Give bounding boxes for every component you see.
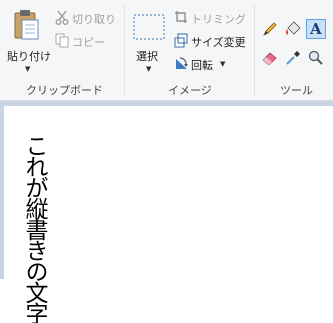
eraser-tool[interactable] [260, 48, 280, 68]
copy-icon [55, 33, 69, 48]
fill-tool[interactable] [283, 19, 303, 39]
drawing-canvas[interactable]: これが縦書きの文字 [4, 106, 333, 323]
resize-icon [174, 33, 188, 48]
vertical-text[interactable]: これが縦書きの文字 [21, 134, 47, 323]
copy-button[interactable]: コピー [54, 32, 118, 50]
group-divider [124, 4, 125, 96]
pencil-tool[interactable] [260, 19, 280, 39]
rotate-button[interactable]: 回転 ▼ [173, 55, 233, 73]
color-picker-icon [286, 51, 300, 65]
fill-icon [286, 21, 301, 35]
scissors-icon [55, 10, 69, 25]
crop-icon [175, 11, 187, 23]
magnifier-icon [308, 50, 323, 65]
resize-label: サイズ変更 [191, 36, 246, 49]
cut-label: 切り取り [72, 13, 116, 26]
magnifier-tool[interactable] [306, 48, 326, 68]
rotate-label: 回転 [191, 59, 213, 72]
clipboard-group-label: クリップボード [26, 84, 103, 97]
color-picker-tool[interactable] [283, 48, 303, 68]
image-group-label: イメージ [168, 84, 212, 97]
clipboard-icon [14, 10, 39, 40]
paste-button[interactable]: 貼り付け ▼ [2, 4, 51, 76]
resize-button[interactable]: サイズ変更 [173, 32, 251, 50]
crop-button[interactable]: トリミング [173, 9, 249, 27]
selection-rectangle-icon [133, 14, 165, 40]
crop-label: トリミング [191, 13, 246, 26]
chevron-down-icon: ▼ [220, 60, 226, 68]
pencil-icon [263, 22, 277, 36]
rotate-icon [176, 57, 188, 69]
chevron-down-icon: ▼ [25, 65, 31, 73]
eraser-icon [262, 52, 277, 66]
text-tool[interactable]: A [306, 19, 326, 39]
copy-label: コピー [72, 36, 105, 49]
ribbon: 貼り付け ▼ 切り取り コピー クリップボード 選択 ▼ トリミング サイズ変更… [0, 0, 333, 101]
select-button[interactable]: 選択 ▼ [128, 4, 170, 76]
chevron-down-icon: ▼ [146, 65, 152, 73]
text-icon: A [310, 20, 322, 38]
tools-group-label: ツール [280, 84, 313, 97]
workspace: これが縦書きの文字 [0, 101, 333, 323]
group-divider [254, 4, 255, 96]
paste-label: 貼り付け [7, 50, 51, 63]
select-label: 選択 [136, 50, 158, 63]
cut-button[interactable]: 切り取り [54, 9, 118, 27]
